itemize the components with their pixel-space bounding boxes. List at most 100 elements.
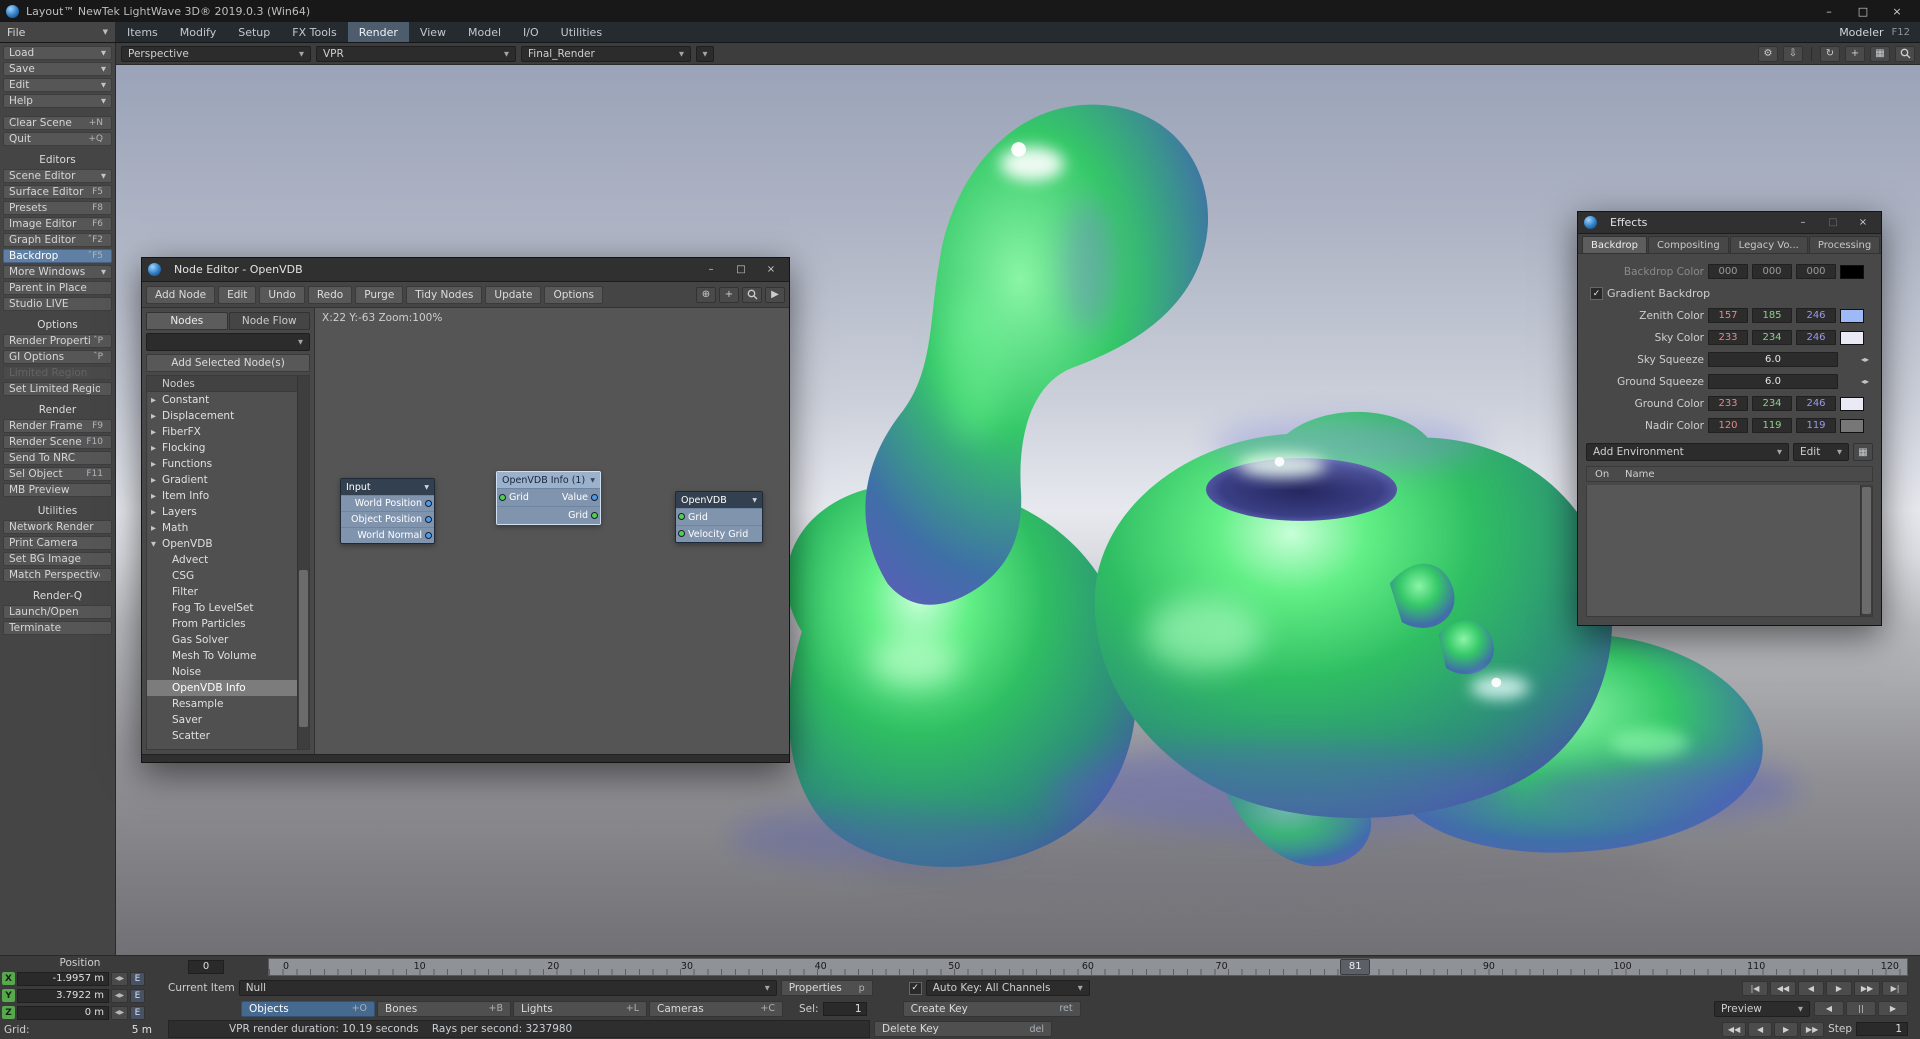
autokey-select[interactable]: Auto Key: All Channels ▼: [925, 980, 1090, 997]
stepper-icon[interactable]: ◂▸: [1857, 377, 1873, 386]
node-editor-toolbar-button[interactable]: Edit: [218, 285, 257, 304]
sidebar-item[interactable]: Help ▼: [3, 94, 112, 108]
zenith-g-field[interactable]: 185: [1752, 308, 1792, 323]
preview-transport-button[interactable]: ||: [1846, 1001, 1876, 1017]
timeline-tick[interactable]: 120: [1875, 961, 1905, 972]
timeline-tick[interactable]: 100: [1608, 961, 1638, 972]
sidebar-item[interactable]: GI Options ˆP: [3, 350, 112, 364]
axis-toggle[interactable]: Y: [2, 989, 15, 1002]
sky-r-field[interactable]: 233: [1708, 330, 1748, 345]
transport-button[interactable]: ▶: [1826, 980, 1852, 996]
node-output-row[interactable]: Object Position: [341, 511, 434, 527]
sidebar-item[interactable]: Surface Editor F5: [3, 185, 112, 199]
spinner-icon[interactable]: ◀▶: [111, 971, 128, 986]
preview-transport-button[interactable]: ◀: [1814, 1001, 1844, 1017]
sidebar-item[interactable]: Set Limited Region: [3, 382, 112, 396]
timeline-tick[interactable]: 90: [1474, 961, 1504, 972]
axis-toggle[interactable]: X: [2, 972, 15, 985]
transport-button[interactable]: ▶|: [1882, 980, 1908, 996]
node-editor-tab[interactable]: Node Flow: [228, 312, 310, 330]
gear-icon[interactable]: ⚙: [1758, 45, 1778, 62]
preview-transport-button[interactable]: ▶: [1878, 1001, 1908, 1017]
sidebar-item[interactable]: Image Editor F6: [3, 217, 112, 231]
import-icon[interactable]: ⇩: [1783, 45, 1803, 62]
node-list-item[interactable]: Saver: [147, 712, 297, 728]
step-transport-button[interactable]: ◀: [1748, 1021, 1773, 1037]
node-list-item[interactable]: Scatter: [147, 728, 297, 744]
node-list-item[interactable]: CSG: [147, 568, 297, 584]
node-output-row[interactable]: World Normal: [341, 527, 434, 543]
effects-titlebar[interactable]: Effects – □ ×: [1578, 212, 1881, 234]
menu-tab[interactable]: FX Tools: [281, 22, 347, 42]
minimize-icon[interactable]: –: [1812, 0, 1846, 22]
sidebar-item[interactable]: Parent in Place: [3, 281, 112, 295]
menu-tab[interactable]: Items: [116, 22, 169, 42]
output-port-icon[interactable]: [591, 512, 598, 519]
node-input-row[interactable]: Grid: [676, 508, 762, 525]
step-value-field[interactable]: 1: [1856, 1022, 1908, 1037]
start-frame-field[interactable]: 0: [188, 959, 224, 974]
autokey-checkbox[interactable]: ✓: [908, 981, 922, 995]
node-output-row[interactable]: Grid: [497, 506, 600, 524]
node-editor-toolbar-button[interactable]: Options: [544, 285, 603, 304]
zoom-view-icon[interactable]: [1895, 45, 1915, 62]
timeline-tick[interactable]: 40: [806, 961, 836, 972]
sidebar-item[interactable]: Sel Object F11: [3, 467, 112, 481]
timeline-tick[interactable]: 30: [672, 961, 702, 972]
menu-tab[interactable]: Modify: [169, 22, 227, 42]
input-port-icon[interactable]: [499, 494, 506, 501]
render-style-select[interactable]: VPR ▼: [316, 45, 516, 62]
node-list-item[interactable]: Resample: [147, 696, 297, 712]
menu-tab[interactable]: I/O: [512, 22, 550, 42]
delete-key-button[interactable]: Delete Key del: [874, 1021, 1052, 1038]
timeline-tick[interactable]: 60: [1073, 961, 1103, 972]
openvdb-node[interactable]: OpenVDB ▼ Grid Velocity Grid: [675, 491, 763, 543]
item-type-button[interactable]: Lights +L: [513, 1000, 647, 1017]
gradient-backdrop-checkbox[interactable]: ✓: [1590, 287, 1603, 300]
environment-list[interactable]: [1586, 485, 1873, 617]
item-type-button[interactable]: Bones +B: [377, 1000, 511, 1017]
sidebar-item[interactable]: Send To NRC: [3, 451, 112, 465]
spinner-icon[interactable]: ◀▶: [111, 988, 128, 1003]
environment-list-scrollbar[interactable]: [1860, 485, 1872, 616]
input-port-icon[interactable]: [678, 530, 685, 537]
input-port-icon[interactable]: [678, 513, 685, 520]
stepper-icon[interactable]: ◂▸: [1857, 355, 1873, 364]
node-list-item[interactable]: ▶ Math: [147, 520, 297, 536]
ground-g-field[interactable]: 234: [1752, 396, 1792, 411]
sky-color-swatch[interactable]: [1840, 330, 1864, 345]
nadir-b-field[interactable]: 119: [1796, 418, 1836, 433]
timeline-tick[interactable]: 0: [271, 961, 301, 972]
sidebar-item[interactable]: MB Preview: [3, 483, 112, 497]
camera-options-dropdown[interactable]: ▼: [696, 45, 714, 62]
sidebar-item[interactable]: Clear Scene +N: [3, 116, 112, 130]
sidebar-item[interactable]: Match Perspective: [3, 568, 112, 582]
timeline-tick[interactable]: 50: [939, 961, 969, 972]
timeline-tick[interactable]: 70: [1207, 961, 1237, 972]
node-editor-toolbar-button[interactable]: Add Node: [146, 285, 216, 304]
sidebar-item[interactable]: Load ▼: [3, 46, 112, 60]
sidebar-item[interactable]: Render Frame F9: [3, 419, 112, 433]
create-key-button[interactable]: Create Key ret: [902, 1000, 1081, 1017]
sidebar-item[interactable]: Render Properties ˆP: [3, 334, 112, 348]
input-node[interactable]: Input ▼ World Position Object Position W…: [340, 478, 435, 544]
node-editor-titlebar[interactable]: Node Editor - OpenVDB – □ ×: [142, 258, 789, 282]
menu-tab[interactable]: Model: [457, 22, 512, 42]
node-search-select[interactable]: ▼: [146, 333, 310, 351]
openvdb-node-header[interactable]: OpenVDB ▼: [676, 492, 762, 508]
sidebar-item[interactable]: Studio LIVE: [3, 297, 112, 311]
sidebar-item[interactable]: Edit ▼: [3, 78, 112, 92]
zenith-color-swatch[interactable]: [1840, 308, 1864, 323]
timeline-tick[interactable]: 10: [405, 961, 435, 972]
spinner-icon[interactable]: ◀▶: [111, 1005, 128, 1020]
node-list-item[interactable]: ▶ Constant: [147, 392, 297, 408]
item-type-button[interactable]: Objects +O: [241, 1000, 375, 1017]
node-list-item[interactable]: Gas Solver: [147, 632, 297, 648]
output-port-icon[interactable]: [591, 494, 598, 501]
backdrop-g-field[interactable]: 000: [1752, 264, 1792, 279]
add-environment-select[interactable]: Add Environment ▼: [1586, 443, 1789, 461]
step-transport-button[interactable]: ◀◀: [1722, 1021, 1747, 1037]
sidebar-item[interactable]: Save ▼: [3, 62, 112, 76]
node-list-item[interactable]: ▼ OpenVDB: [147, 536, 297, 552]
environment-list-icon[interactable]: ▦: [1853, 443, 1873, 461]
